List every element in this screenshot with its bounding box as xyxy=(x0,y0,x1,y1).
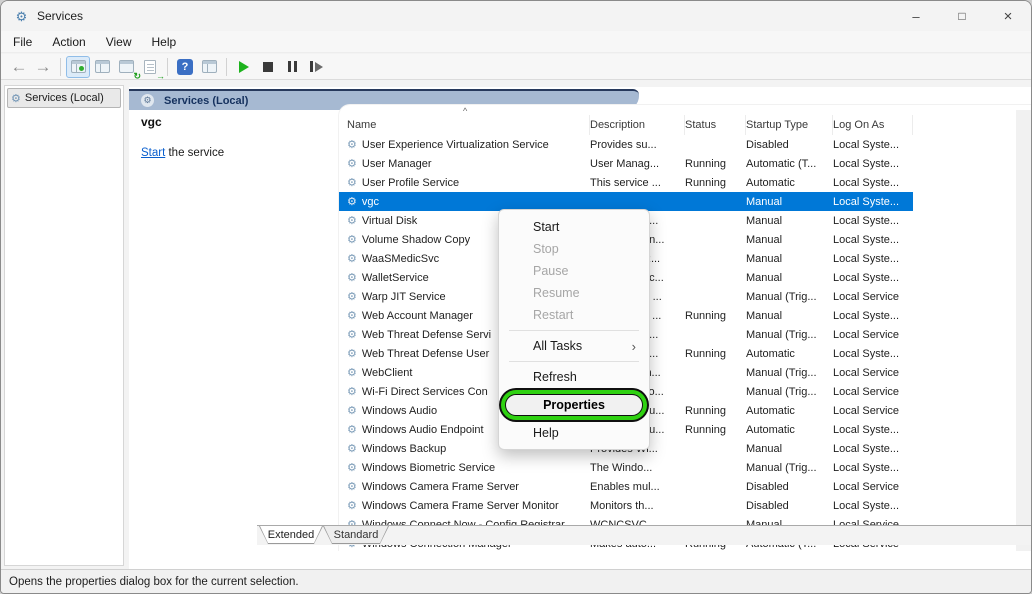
service-gear-icon: ⚙ xyxy=(347,404,357,417)
context-menu-item-all-tasks[interactable]: All Tasks› xyxy=(499,335,649,357)
context-menu-item-help[interactable]: Help xyxy=(499,422,649,444)
table-row[interactable]: ⚙Windows Camera Frame Server Enables mul… xyxy=(339,477,913,496)
help-icon[interactable]: ? xyxy=(173,56,197,78)
service-gear-icon: ⚙ xyxy=(347,328,357,341)
close-button[interactable]: × xyxy=(985,1,1031,31)
context-menu-item-restart: Restart xyxy=(499,304,649,326)
tree-item-services-local[interactable]: ⚙ Services (Local) xyxy=(7,88,121,108)
toolbar-separator xyxy=(167,58,168,76)
service-action-suffix: the service xyxy=(165,147,224,159)
context-menu-item-stop: Stop xyxy=(499,238,649,260)
pane-header-label: Services (Local) xyxy=(164,95,248,107)
status-bar: Opens the properties dialog box for the … xyxy=(1,569,1031,593)
properties-sheet-icon[interactable] xyxy=(90,56,114,78)
context-menu-item-refresh[interactable]: Refresh xyxy=(499,366,649,388)
table-row[interactable]: ⚙Windows Camera Frame Server Monitor Mon… xyxy=(339,496,913,515)
service-gear-icon: ⚙ xyxy=(347,157,357,170)
start-service-icon[interactable] xyxy=(232,56,256,78)
window-title: Services xyxy=(37,9,83,23)
service-gear-icon: ⚙ xyxy=(347,138,357,151)
services-app-icon: ⚙ xyxy=(14,9,29,24)
maximize-button[interactable]: □ xyxy=(939,1,985,31)
refresh-icon[interactable]: ↻ xyxy=(114,56,138,78)
column-header-name[interactable]: Name xyxy=(339,115,590,135)
show-console-tree-icon[interactable] xyxy=(66,56,90,78)
export-list-icon[interactable]: → xyxy=(138,56,162,78)
service-action-text: Start the service xyxy=(141,147,224,159)
restart-service-icon[interactable] xyxy=(304,56,328,78)
context-menu-item-properties[interactable]: Properties xyxy=(499,388,649,422)
forward-icon[interactable]: → xyxy=(31,56,55,78)
service-gear-icon: ⚙ xyxy=(347,309,357,322)
services-node-icon: ⚙ xyxy=(11,92,21,105)
pane-header-icon: ⚙ xyxy=(141,94,154,107)
menu-bar: File Action View Help xyxy=(1,31,1031,53)
status-bar-text: Opens the properties dialog box for the … xyxy=(9,576,299,588)
table-row[interactable]: ⚙Windows Biometric Service The Windo... … xyxy=(339,458,913,477)
show-properties-window-icon[interactable] xyxy=(197,56,221,78)
back-icon[interactable]: ← xyxy=(7,56,31,78)
submenu-arrow-icon: › xyxy=(632,339,636,354)
service-rows: ⚙User Experience Virtualization Service … xyxy=(339,135,1015,551)
service-gear-icon: ⚙ xyxy=(347,366,357,379)
service-gear-icon: ⚙ xyxy=(347,233,357,246)
service-gear-icon: ⚙ xyxy=(347,442,357,455)
context-menu-separator xyxy=(509,361,639,362)
tab-extended[interactable]: Extended xyxy=(259,526,323,544)
view-tab-strip: Extended Standard xyxy=(257,525,1031,545)
title-bar: ⚙ Services – □ × xyxy=(1,1,1031,31)
service-gear-icon: ⚙ xyxy=(347,385,357,398)
start-service-link[interactable]: Start xyxy=(141,147,165,159)
minimize-button[interactable]: – xyxy=(893,1,939,31)
green-highlight-annotation: Properties xyxy=(501,390,647,420)
column-header-startup-type[interactable]: Startup Type xyxy=(746,115,833,135)
column-header-description[interactable]: Description xyxy=(590,115,685,135)
vertical-scrollbar[interactable] xyxy=(1016,110,1031,551)
service-gear-icon: ⚙ xyxy=(347,499,357,512)
context-menu-item-resume: Resume xyxy=(499,282,649,304)
table-row[interactable]: ⚙User Profile Service This service ... R… xyxy=(339,173,913,192)
selected-service-name: vgc xyxy=(141,115,162,129)
menu-view[interactable]: View xyxy=(96,35,142,49)
tree-item-label: Services (Local) xyxy=(25,92,104,104)
tab-standard[interactable]: Standard xyxy=(323,526,389,544)
service-gear-icon: ⚙ xyxy=(347,480,357,493)
tab-standard-label: Standard xyxy=(324,526,388,543)
service-gear-icon: ⚙ xyxy=(347,271,357,284)
context-menu-item-start[interactable]: Start xyxy=(499,216,649,238)
context-menu: StartStopPauseResumeRestart All Tasks› Ref… xyxy=(498,209,650,450)
tab-extended-label: Extended xyxy=(260,526,322,543)
toolbar-separator xyxy=(60,58,61,76)
menu-help[interactable]: Help xyxy=(142,35,187,49)
console-tree-panel: ⚙ Services (Local) xyxy=(4,85,124,566)
service-gear-icon: ⚙ xyxy=(347,214,357,227)
service-gear-icon: ⚙ xyxy=(347,195,357,208)
toolbar: ← → ↻ → ? xyxy=(1,54,1031,80)
stop-service-icon[interactable] xyxy=(256,56,280,78)
menu-action[interactable]: Action xyxy=(42,35,95,49)
table-row[interactable]: ⚙User Manager User Manag... Running Auto… xyxy=(339,154,913,173)
context-menu-item-pause: Pause xyxy=(499,260,649,282)
service-gear-icon: ⚙ xyxy=(347,347,357,360)
column-header-row: Name Description Status Startup Type Log… xyxy=(339,115,1031,135)
context-menu-separator xyxy=(509,330,639,331)
service-gear-icon: ⚙ xyxy=(347,252,357,265)
services-window: ⚙ Services – □ × File Action View Help ←… xyxy=(0,0,1032,594)
menu-file[interactable]: File xyxy=(3,35,42,49)
table-row[interactable]: ⚙User Experience Virtualization Service … xyxy=(339,135,913,154)
service-gear-icon: ⚙ xyxy=(347,290,357,303)
services-list: ^ Name Description Status Startup Type L… xyxy=(338,104,1031,551)
toolbar-separator xyxy=(226,58,227,76)
service-gear-icon: ⚙ xyxy=(347,176,357,189)
column-header-status[interactable]: Status xyxy=(685,115,746,135)
service-gear-icon: ⚙ xyxy=(347,423,357,436)
service-gear-icon: ⚙ xyxy=(347,461,357,474)
pause-service-icon[interactable] xyxy=(280,56,304,78)
context-menu-item-label: Properties xyxy=(505,394,643,416)
column-header-log-on-as[interactable]: Log On As xyxy=(833,115,913,135)
